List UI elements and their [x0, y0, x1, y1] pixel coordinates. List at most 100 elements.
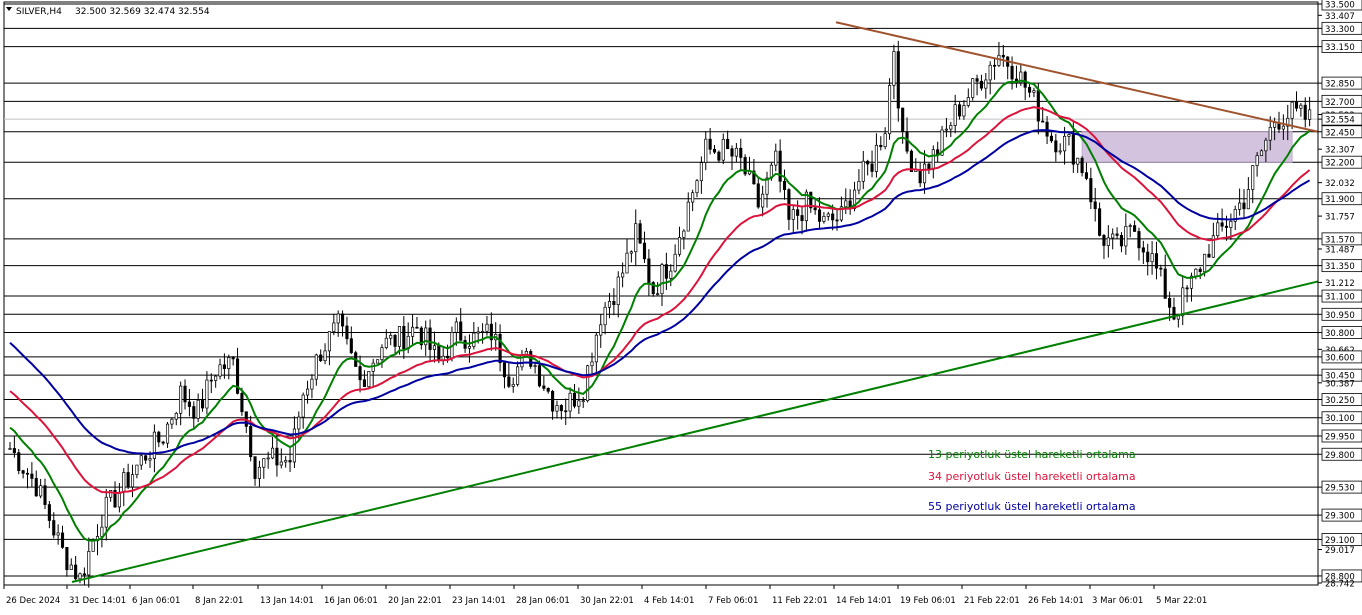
candle — [1023, 70, 1027, 101]
candle-bear-body — [1242, 202, 1246, 210]
candle — [594, 332, 598, 374]
candle-bull-body — [384, 337, 388, 348]
candle-bear-body — [647, 258, 651, 283]
candle-bull-body — [962, 105, 966, 117]
candle-bear-body — [1028, 86, 1032, 93]
candle — [1089, 167, 1093, 210]
price-tick-label: 32.850 — [1325, 80, 1355, 90]
time-tick-label: 23 Jan 14:01 — [452, 596, 506, 606]
trendlines — [71, 21, 1319, 583]
time-tick-label: 7 Feb 06:01 — [708, 596, 758, 606]
candle-bull-body — [1150, 253, 1154, 263]
candle — [765, 171, 769, 208]
price-tick-label: 32.032 — [1325, 179, 1355, 189]
candle-bull-body — [682, 230, 686, 238]
candle — [323, 343, 327, 365]
candle-bear-body — [1137, 231, 1141, 249]
candle-bear-body — [1010, 65, 1014, 80]
candle — [905, 117, 909, 154]
candle — [1303, 97, 1307, 128]
candle — [1146, 243, 1150, 276]
candle-bear-body — [813, 207, 817, 211]
candle-bull-body — [621, 272, 625, 278]
time-tick-label: 21 Feb 22:01 — [964, 596, 1020, 606]
price-tick-label: 31.212 — [1325, 279, 1355, 289]
price-tick-label: 32.307 — [1325, 146, 1355, 156]
candle — [43, 478, 47, 510]
candle-bull-body — [130, 474, 135, 488]
candle-bull-body — [472, 332, 476, 347]
candle-bull-body — [148, 458, 152, 461]
candle — [1238, 188, 1242, 216]
time-tick-label: 4 Feb 14:01 — [644, 596, 694, 606]
candle — [717, 150, 721, 163]
candle-bear-body — [1071, 134, 1075, 165]
candle-bull-body — [411, 326, 415, 337]
candle — [1084, 162, 1089, 181]
candle — [122, 468, 126, 507]
candle-bear-body — [1220, 222, 1224, 227]
candle — [292, 416, 296, 469]
candle-bull-body — [100, 526, 104, 537]
candle — [1058, 143, 1062, 155]
candle — [279, 448, 283, 469]
candle-bull-body — [629, 251, 633, 254]
candle — [1054, 133, 1058, 162]
candle-bear-body — [642, 242, 647, 260]
candle-bull-body — [1124, 225, 1128, 247]
time-tick-label: 8 Jan 22:01 — [195, 596, 243, 606]
candle-bull-body — [481, 330, 485, 333]
candle — [542, 375, 546, 391]
candle-bear-body — [1115, 233, 1119, 236]
price-tick-label: 31.350 — [1325, 262, 1355, 272]
candle-bull-body — [87, 551, 91, 576]
candle-bear-body — [358, 366, 362, 381]
resistance-zone-box — [1081, 131, 1293, 163]
candle — [314, 353, 318, 386]
candle — [30, 462, 34, 488]
candle-bull-body — [1111, 233, 1115, 239]
candle-bear-body — [402, 326, 406, 350]
candle — [612, 288, 616, 316]
candle — [1246, 177, 1250, 210]
candle — [489, 312, 493, 351]
candle-bull-body — [389, 334, 393, 339]
candle — [686, 192, 690, 232]
candle-bull-body — [8, 448, 12, 450]
candle-bear-body — [1001, 54, 1005, 58]
candle-bear-body — [782, 180, 787, 190]
candle-bull-body — [218, 364, 222, 377]
candle-bear-body — [796, 209, 800, 216]
time-tick-label: 31 Dec 14:01 — [69, 596, 126, 606]
candle-bull-body — [826, 213, 830, 217]
candle-bull-body — [1216, 222, 1220, 237]
candle-bull-body — [397, 326, 402, 347]
candle — [349, 326, 353, 355]
candle — [270, 436, 275, 460]
price-tick-label: 30.100 — [1325, 414, 1355, 424]
candle-bear-body — [21, 470, 25, 474]
candle — [1028, 84, 1032, 98]
candle-bear-body — [30, 473, 34, 479]
price-tick-label: 31.487 — [1325, 245, 1355, 255]
candle — [651, 281, 655, 297]
candle — [936, 141, 940, 163]
candle — [870, 150, 874, 178]
candle-bear-body — [870, 163, 874, 172]
candle — [1141, 240, 1145, 265]
candle-bull-body — [227, 357, 231, 370]
time-tick-label: 20 Jan 22:01 — [388, 596, 442, 606]
price-axis: 33.50033.407 33.300 33.150 32.850 32.700 32.5… — [1317, 0, 1362, 590]
candle — [800, 205, 804, 235]
dropdown-triangle-icon[interactable] — [6, 7, 12, 11]
candle — [734, 143, 738, 163]
candle — [695, 178, 699, 198]
price-tick-label: 32.450 — [1325, 128, 1355, 138]
candle — [997, 41, 1001, 68]
time-tick-label: 6 Jan 06:01 — [132, 596, 180, 606]
candle — [918, 162, 922, 188]
candle-bear-body — [341, 313, 345, 327]
candle-bear-body — [209, 379, 213, 382]
price-tick-label: 30.600 — [1325, 353, 1355, 363]
candle — [463, 335, 467, 353]
